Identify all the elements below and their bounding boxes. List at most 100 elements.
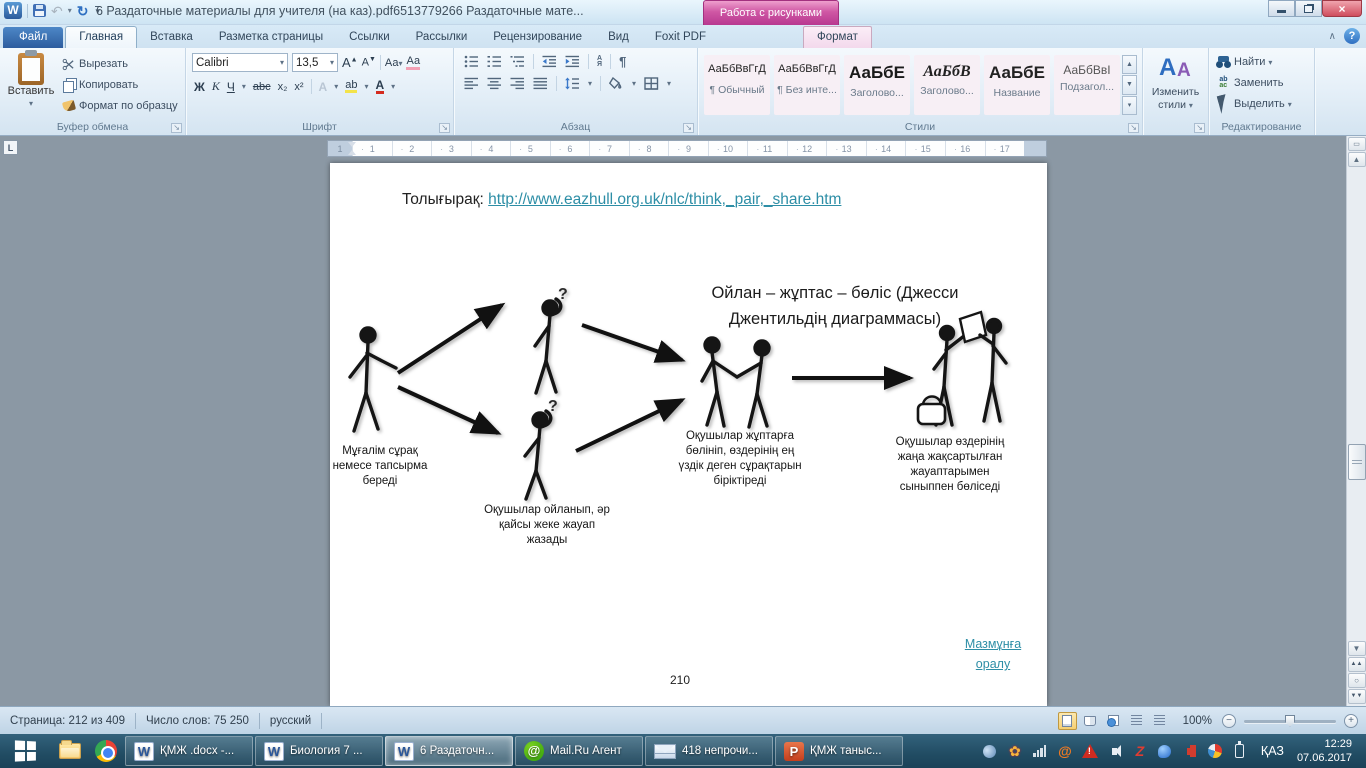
tab-page-layout[interactable]: Разметка страницы xyxy=(206,27,336,48)
tray-agent-icon[interactable] xyxy=(1157,743,1173,759)
increase-indent-button[interactable] xyxy=(565,55,580,68)
tray-sound-icon[interactable] xyxy=(1182,743,1198,759)
change-styles-launcher-icon[interactable]: ↘ xyxy=(1194,123,1205,133)
tab-review[interactable]: Рецензирование xyxy=(480,27,595,48)
undo-icon[interactable]: ↶ xyxy=(51,4,63,18)
tab-file[interactable]: Файл xyxy=(3,27,64,48)
clear-formatting-button[interactable]: Аа xyxy=(406,55,421,70)
tab-mailings[interactable]: Рассылки xyxy=(403,27,481,48)
underline-button[interactable]: Ч xyxy=(227,80,235,94)
view-print-layout-button[interactable] xyxy=(1057,711,1077,730)
tab-view[interactable]: Вид xyxy=(595,27,642,48)
format-painter-button[interactable]: Формат по образцу xyxy=(58,97,181,115)
copy-button[interactable]: Копировать xyxy=(58,76,181,94)
align-center-button[interactable] xyxy=(487,77,502,90)
taskbar-word-handouts-active[interactable]: W 6 Раздаточн... xyxy=(385,736,513,766)
style-subtitle[interactable]: АаБбВвІ Подзагол... xyxy=(1054,55,1120,115)
justify-button[interactable] xyxy=(533,77,548,90)
taskbar-powerpoint[interactable]: P ҚМЖ таныс... xyxy=(775,736,903,766)
save-icon[interactable] xyxy=(33,4,46,17)
decrease-indent-button[interactable] xyxy=(542,55,557,68)
back-to-contents-link[interactable]: Мазмұнға оралу xyxy=(952,634,1034,674)
style-heading1[interactable]: АаБбЕ Заголово... xyxy=(844,55,910,115)
tab-references[interactable]: Ссылки xyxy=(336,27,403,48)
restore-button[interactable] xyxy=(1295,0,1322,17)
line-spacing-button[interactable] xyxy=(565,77,580,90)
font-size-combobox[interactable]: 13,5 ▾ xyxy=(292,53,338,72)
borders-dropdown-icon[interactable]: ▾ xyxy=(667,79,671,88)
minimize-button[interactable] xyxy=(1268,0,1295,17)
multilevel-list-button[interactable] xyxy=(510,55,525,68)
styles-dialog-launcher-icon[interactable]: ↘ xyxy=(1128,123,1139,133)
replace-button[interactable]: ab ac Заменить xyxy=(1213,74,1310,92)
bullets-button[interactable] xyxy=(464,55,479,68)
scrollbar-thumb[interactable] xyxy=(1348,444,1366,480)
style-title[interactable]: АаБбЕ Название xyxy=(984,55,1050,115)
tray-comet-icon[interactable] xyxy=(981,742,999,760)
view-draft-button[interactable] xyxy=(1150,712,1169,730)
select-browse-object-icon[interactable]: ○ xyxy=(1347,673,1366,688)
zoom-out-icon[interactable]: − xyxy=(1222,713,1236,728)
style-heading2[interactable]: АаБбВ Заголово... xyxy=(914,55,980,115)
highlight-dropdown-icon[interactable]: ▾ xyxy=(364,82,368,91)
styles-scroll-up-icon[interactable]: ▲ xyxy=(1122,55,1137,75)
scroll-down-icon[interactable]: ▼ xyxy=(1347,641,1366,656)
change-case-button[interactable]: Аа▾ xyxy=(385,57,403,69)
find-button[interactable]: Найти ▾ xyxy=(1213,53,1310,71)
undo-dropdown-icon[interactable]: ▾ xyxy=(68,6,72,15)
style-no-spacing[interactable]: АаБбВвГгД ¶ Без инте... xyxy=(774,55,840,115)
tray-zona-icon[interactable]: Z xyxy=(1132,743,1148,759)
strikethrough-button[interactable]: abc xyxy=(253,81,271,93)
taskbar-word-kmzh[interactable]: W ҚМЖ .docx -... xyxy=(125,736,253,766)
styles-more-icon[interactable]: ▾ xyxy=(1122,95,1137,115)
tray-warning-icon[interactable] xyxy=(1081,743,1098,759)
font-color-dropdown-icon[interactable]: ▾ xyxy=(391,82,395,91)
document-page[interactable]: Толығырақ: http://www.eazhull.org.uk/nlc… xyxy=(330,163,1047,706)
select-button[interactable]: Выделить ▾ xyxy=(1213,94,1310,114)
view-outline-button[interactable] xyxy=(1127,712,1146,730)
tray-battery-icon[interactable] xyxy=(1232,741,1248,759)
tab-insert[interactable]: Вставка xyxy=(137,27,206,48)
redo-icon[interactable]: ↻ xyxy=(77,4,89,18)
shrink-font-button[interactable]: А▼ xyxy=(362,56,376,69)
numbering-button[interactable] xyxy=(487,55,502,68)
status-language[interactable]: русский xyxy=(260,715,321,727)
cut-button[interactable]: Вырезать xyxy=(58,55,181,73)
word-app-icon[interactable]: W xyxy=(4,2,22,19)
vertical-scrollbar[interactable]: ▭ ▲ ▼ ▲▲ ○ ▼▼ xyxy=(1346,136,1366,706)
highlight-button[interactable]: ab xyxy=(345,80,358,93)
tray-signal-icon[interactable] xyxy=(1032,743,1048,759)
show-paragraph-marks-button[interactable]: ¶ xyxy=(619,54,626,69)
paste-button[interactable]: Вставить ▾ xyxy=(4,50,58,119)
zoom-level[interactable]: 100% xyxy=(1183,715,1212,727)
close-button[interactable]: × xyxy=(1322,0,1362,17)
view-fullscreen-reading-button[interactable] xyxy=(1081,712,1100,730)
tray-flower-icon[interactable]: ✿ xyxy=(1007,743,1023,759)
taskbar-mailru-agent[interactable]: @ Mail.Ru Агент xyxy=(515,736,643,766)
clipboard-dialog-launcher-icon[interactable]: ↘ xyxy=(171,123,182,133)
tray-mailru-icon[interactable]: @ xyxy=(1057,743,1073,759)
tray-ccleaner-icon[interactable] xyxy=(1207,743,1223,759)
tab-stop-selector[interactable]: L xyxy=(3,140,18,155)
shading-button[interactable] xyxy=(609,77,624,90)
horizontal-ruler[interactable]: 1 1 2 3 4 5 6 7 8 9 10 11 12 13 14 15 16 xyxy=(327,140,1047,157)
underline-dropdown-icon[interactable]: ▾ xyxy=(242,82,246,91)
italic-button[interactable]: К xyxy=(212,79,220,94)
language-indicator[interactable]: ҚАЗ xyxy=(1261,744,1284,758)
help-icon[interactable]: ? xyxy=(1344,28,1360,44)
zoom-slider-thumb[interactable] xyxy=(1285,714,1295,727)
style-normal[interactable]: АаБбВвГгД ¶ Обычный xyxy=(704,55,770,115)
align-right-button[interactable] xyxy=(510,77,525,90)
tab-format[interactable]: Формат xyxy=(803,26,872,48)
font-dialog-launcher-icon[interactable]: ↘ xyxy=(439,123,450,133)
sort-button[interactable]: АЯ xyxy=(597,55,602,68)
tray-volume-icon[interactable] xyxy=(1107,743,1123,759)
bold-button[interactable]: Ж xyxy=(194,80,205,94)
file-explorer-button[interactable] xyxy=(52,734,88,768)
subscript-button[interactable]: x₂ xyxy=(278,81,288,93)
status-word-count[interactable]: Число слов: 75 250 xyxy=(136,715,259,727)
zoom-slider[interactable] xyxy=(1244,714,1336,728)
zoom-in-icon[interactable]: + xyxy=(1344,713,1358,728)
text-effects-button[interactable]: А xyxy=(319,80,328,94)
ruler-toggle-icon[interactable]: ▭ xyxy=(1347,137,1366,151)
